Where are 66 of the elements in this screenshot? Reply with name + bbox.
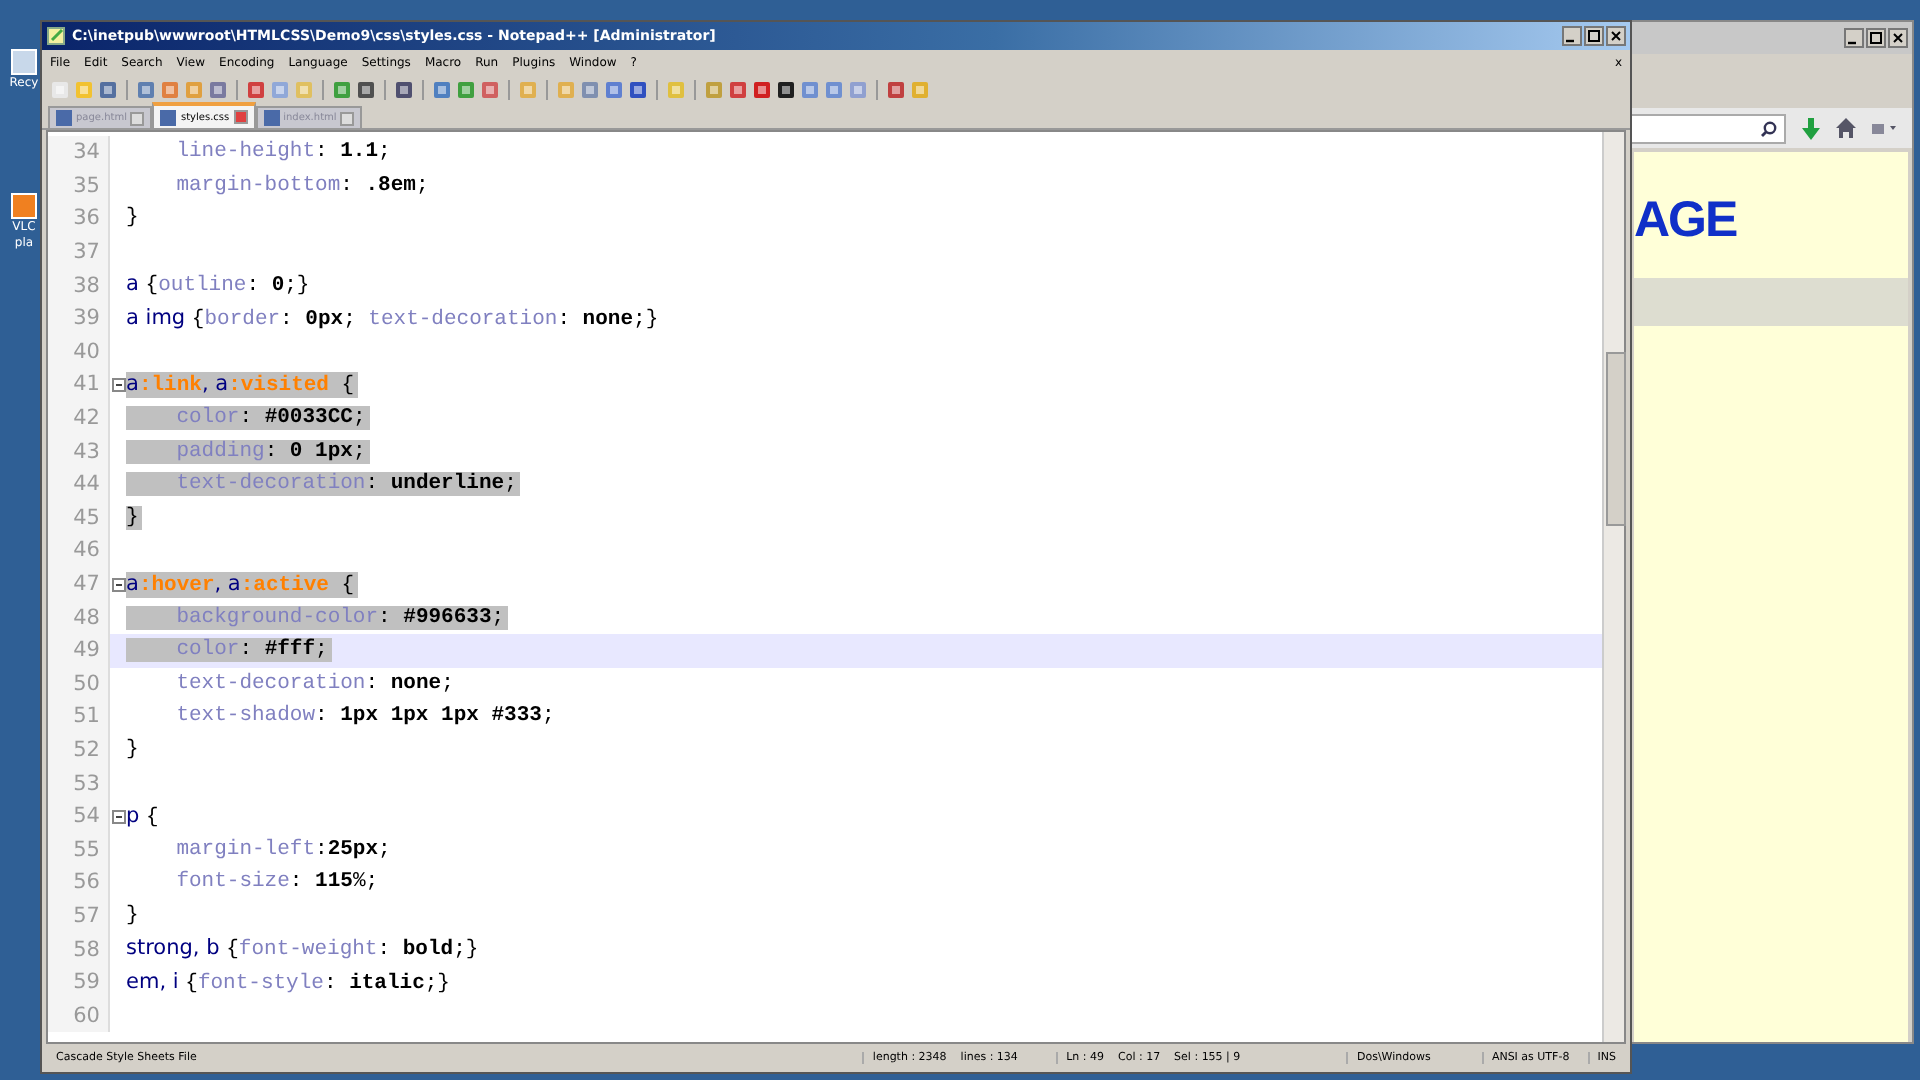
line-number: 56 bbox=[48, 866, 110, 900]
desktop-shortcut-icon[interactable] bbox=[10, 192, 38, 220]
line-number: 54 bbox=[48, 799, 110, 833]
code-line: } bbox=[126, 903, 141, 928]
close-tab-icon[interactable] bbox=[130, 111, 145, 125]
minimize-button[interactable] bbox=[1562, 26, 1582, 46]
line-number: 51 bbox=[48, 700, 110, 734]
code-line: line-height: 1.1; bbox=[174, 140, 393, 165]
line-number: 60 bbox=[48, 998, 110, 1033]
line-number: 53 bbox=[48, 766, 110, 800]
line-number: 49 bbox=[48, 633, 110, 667]
line-number: 47 bbox=[48, 567, 110, 601]
maximize-button[interactable] bbox=[1866, 28, 1886, 48]
fold-marker-icon[interactable] bbox=[111, 577, 125, 592]
line-number: 57 bbox=[48, 899, 110, 933]
close-tab-icon[interactable] bbox=[340, 111, 355, 125]
code-line: margin-left:25px; bbox=[174, 837, 393, 862]
page-heading: AGE bbox=[1634, 192, 1737, 250]
scrollbar[interactable] bbox=[1602, 132, 1624, 1042]
desktop-shortcut-icon[interactable] bbox=[10, 48, 38, 76]
line-number: 34 bbox=[48, 136, 110, 170]
maximize-button[interactable] bbox=[1584, 26, 1604, 46]
line-number: 45 bbox=[48, 501, 110, 535]
close-button[interactable] bbox=[1606, 26, 1626, 46]
code-line: text-shadow: 1px 1px 1px #333; bbox=[174, 704, 557, 729]
code-line: a {outline: 0;} bbox=[126, 272, 312, 299]
code-line: em, i {font-style: italic;} bbox=[126, 969, 452, 996]
code-line: font-size: 115%; bbox=[174, 870, 381, 895]
close-tab-icon[interactable] bbox=[233, 110, 248, 124]
code-line: strong, b {font-weight: bold;} bbox=[126, 936, 481, 963]
line-number: 58 bbox=[48, 932, 110, 966]
line-number: 38 bbox=[48, 268, 110, 302]
line-number: 37 bbox=[48, 235, 110, 269]
line-number: 59 bbox=[48, 965, 110, 999]
file-icon bbox=[263, 110, 280, 126]
search-field[interactable] bbox=[1626, 113, 1786, 143]
file-icon bbox=[56, 110, 72, 126]
line-number: 40 bbox=[48, 335, 110, 369]
code-line: } bbox=[126, 206, 141, 231]
download-arrow-icon[interactable] bbox=[1802, 117, 1820, 139]
minimize-button[interactable] bbox=[1844, 28, 1864, 48]
line-number: 52 bbox=[48, 733, 110, 767]
fold-marker-icon[interactable] bbox=[111, 809, 125, 824]
code-line: } bbox=[126, 737, 141, 762]
notepad-app-icon bbox=[46, 26, 66, 46]
line-number: 36 bbox=[48, 202, 110, 236]
tools-icon[interactable] bbox=[1872, 120, 1896, 136]
code-line: text-decoration: none; bbox=[174, 671, 456, 696]
code-line: p { bbox=[126, 803, 161, 830]
close-button[interactable] bbox=[1888, 28, 1908, 48]
line-number: 55 bbox=[48, 832, 110, 867]
home-icon[interactable] bbox=[1836, 118, 1856, 138]
line-number: 48 bbox=[48, 600, 110, 634]
line-number: 39 bbox=[48, 301, 110, 336]
line-number: 50 bbox=[48, 667, 110, 701]
code-line: a img {border: 0px; text-decoration: none;} bbox=[126, 305, 661, 332]
line-number: 42 bbox=[48, 401, 110, 435]
file-icon bbox=[160, 109, 177, 125]
fold-marker-icon[interactable] bbox=[111, 377, 125, 392]
line-number: 44 bbox=[48, 467, 110, 502]
code-line: margin-bottom: .8em; bbox=[174, 173, 431, 198]
line-number: 41 bbox=[48, 368, 110, 402]
search-icon[interactable] bbox=[1760, 119, 1778, 137]
line-number: 46 bbox=[48, 534, 110, 568]
line-number: 35 bbox=[48, 169, 110, 203]
line-number: 43 bbox=[48, 434, 110, 468]
